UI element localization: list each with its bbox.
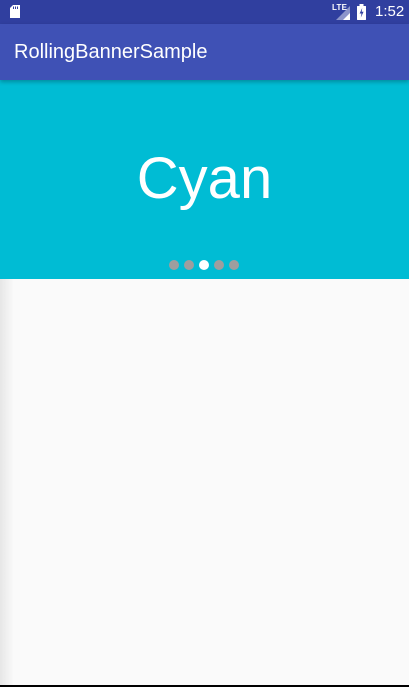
page-indicator-dot-active xyxy=(199,260,209,270)
status-bar: LTE 1:52 xyxy=(0,0,409,24)
signal-icon xyxy=(336,6,350,20)
page-indicator-dot xyxy=(229,260,239,270)
banner-text: Cyan xyxy=(136,146,273,211)
app-title: RollingBannerSample xyxy=(14,41,208,63)
page-indicator xyxy=(169,260,239,270)
page-indicator-dot xyxy=(214,260,224,270)
page-indicator-dot xyxy=(169,260,179,270)
page-indicator-dot xyxy=(184,260,194,270)
app-bar: RollingBannerSample xyxy=(0,24,409,80)
screen: LTE 1:52 RollingBannerSample Cyan xyxy=(0,0,409,687)
edge-shadow xyxy=(0,279,14,685)
sd-card-icon xyxy=(10,5,20,18)
rolling-banner[interactable]: Cyan xyxy=(0,80,409,279)
status-clock: 1:52 xyxy=(375,3,405,20)
content-area xyxy=(0,279,409,685)
battery-icon xyxy=(357,4,366,20)
